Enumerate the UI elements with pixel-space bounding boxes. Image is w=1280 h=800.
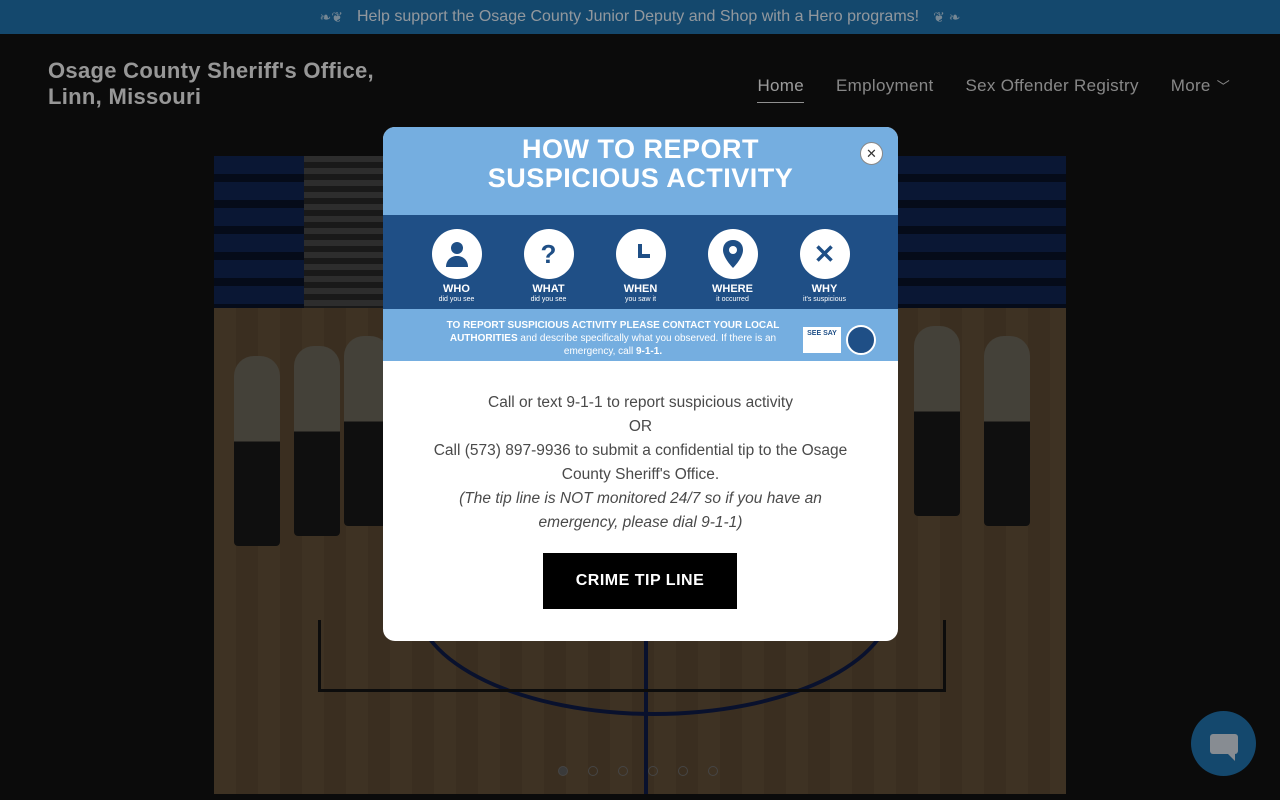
poster-steps: WHO did you see ? WHAT did you see WHEN … <box>383 215 898 309</box>
modal-body: Call or text 9-1-1 to report suspicious … <box>383 391 898 535</box>
see-say-logo: SEE SAY <box>803 327 841 353</box>
close-icon: ✕ <box>866 145 877 161</box>
modal-line-or: OR <box>628 418 653 435</box>
suspicious-activity-modal: HOW TO REPORT SUSPICIOUS ACTIVITY WHO di… <box>383 127 898 641</box>
pin-icon <box>707 229 758 279</box>
step-who: WHO did you see <box>431 229 483 309</box>
report-poster-image: HOW TO REPORT SUSPICIOUS ACTIVITY WHO di… <box>383 127 898 361</box>
clock-icon <box>615 229 666 279</box>
step-what: ? WHAT did you see <box>523 229 575 309</box>
modal-line-call-911: Call or text 9-1-1 to report suspicious … <box>488 394 793 411</box>
question-icon: ? <box>523 229 574 279</box>
step-why: ✕ WHY it's suspicious <box>799 229 851 309</box>
modal-line-tip-phone: Call (573) 897-9936 to submit a confiden… <box>433 442 848 483</box>
crime-tip-line-button[interactable]: CRIME TIP LINE <box>543 553 737 609</box>
modal-note: (The tip line is NOT monitored 24/7 so i… <box>459 490 822 531</box>
poster-footer-text: TO REPORT SUSPICIOUS ACTIVITY PLEASE CON… <box>446 320 780 357</box>
x-icon: ✕ <box>799 229 850 279</box>
person-icon <box>431 229 482 279</box>
step-when: WHEN you saw it <box>615 229 667 309</box>
dhs-seal-logo <box>846 325 876 355</box>
poster-title: HOW TO REPORT SUSPICIOUS ACTIVITY <box>487 134 794 193</box>
step-where: WHERE it occurred <box>707 229 759 309</box>
modal-close-button[interactable]: ✕ <box>860 142 883 165</box>
